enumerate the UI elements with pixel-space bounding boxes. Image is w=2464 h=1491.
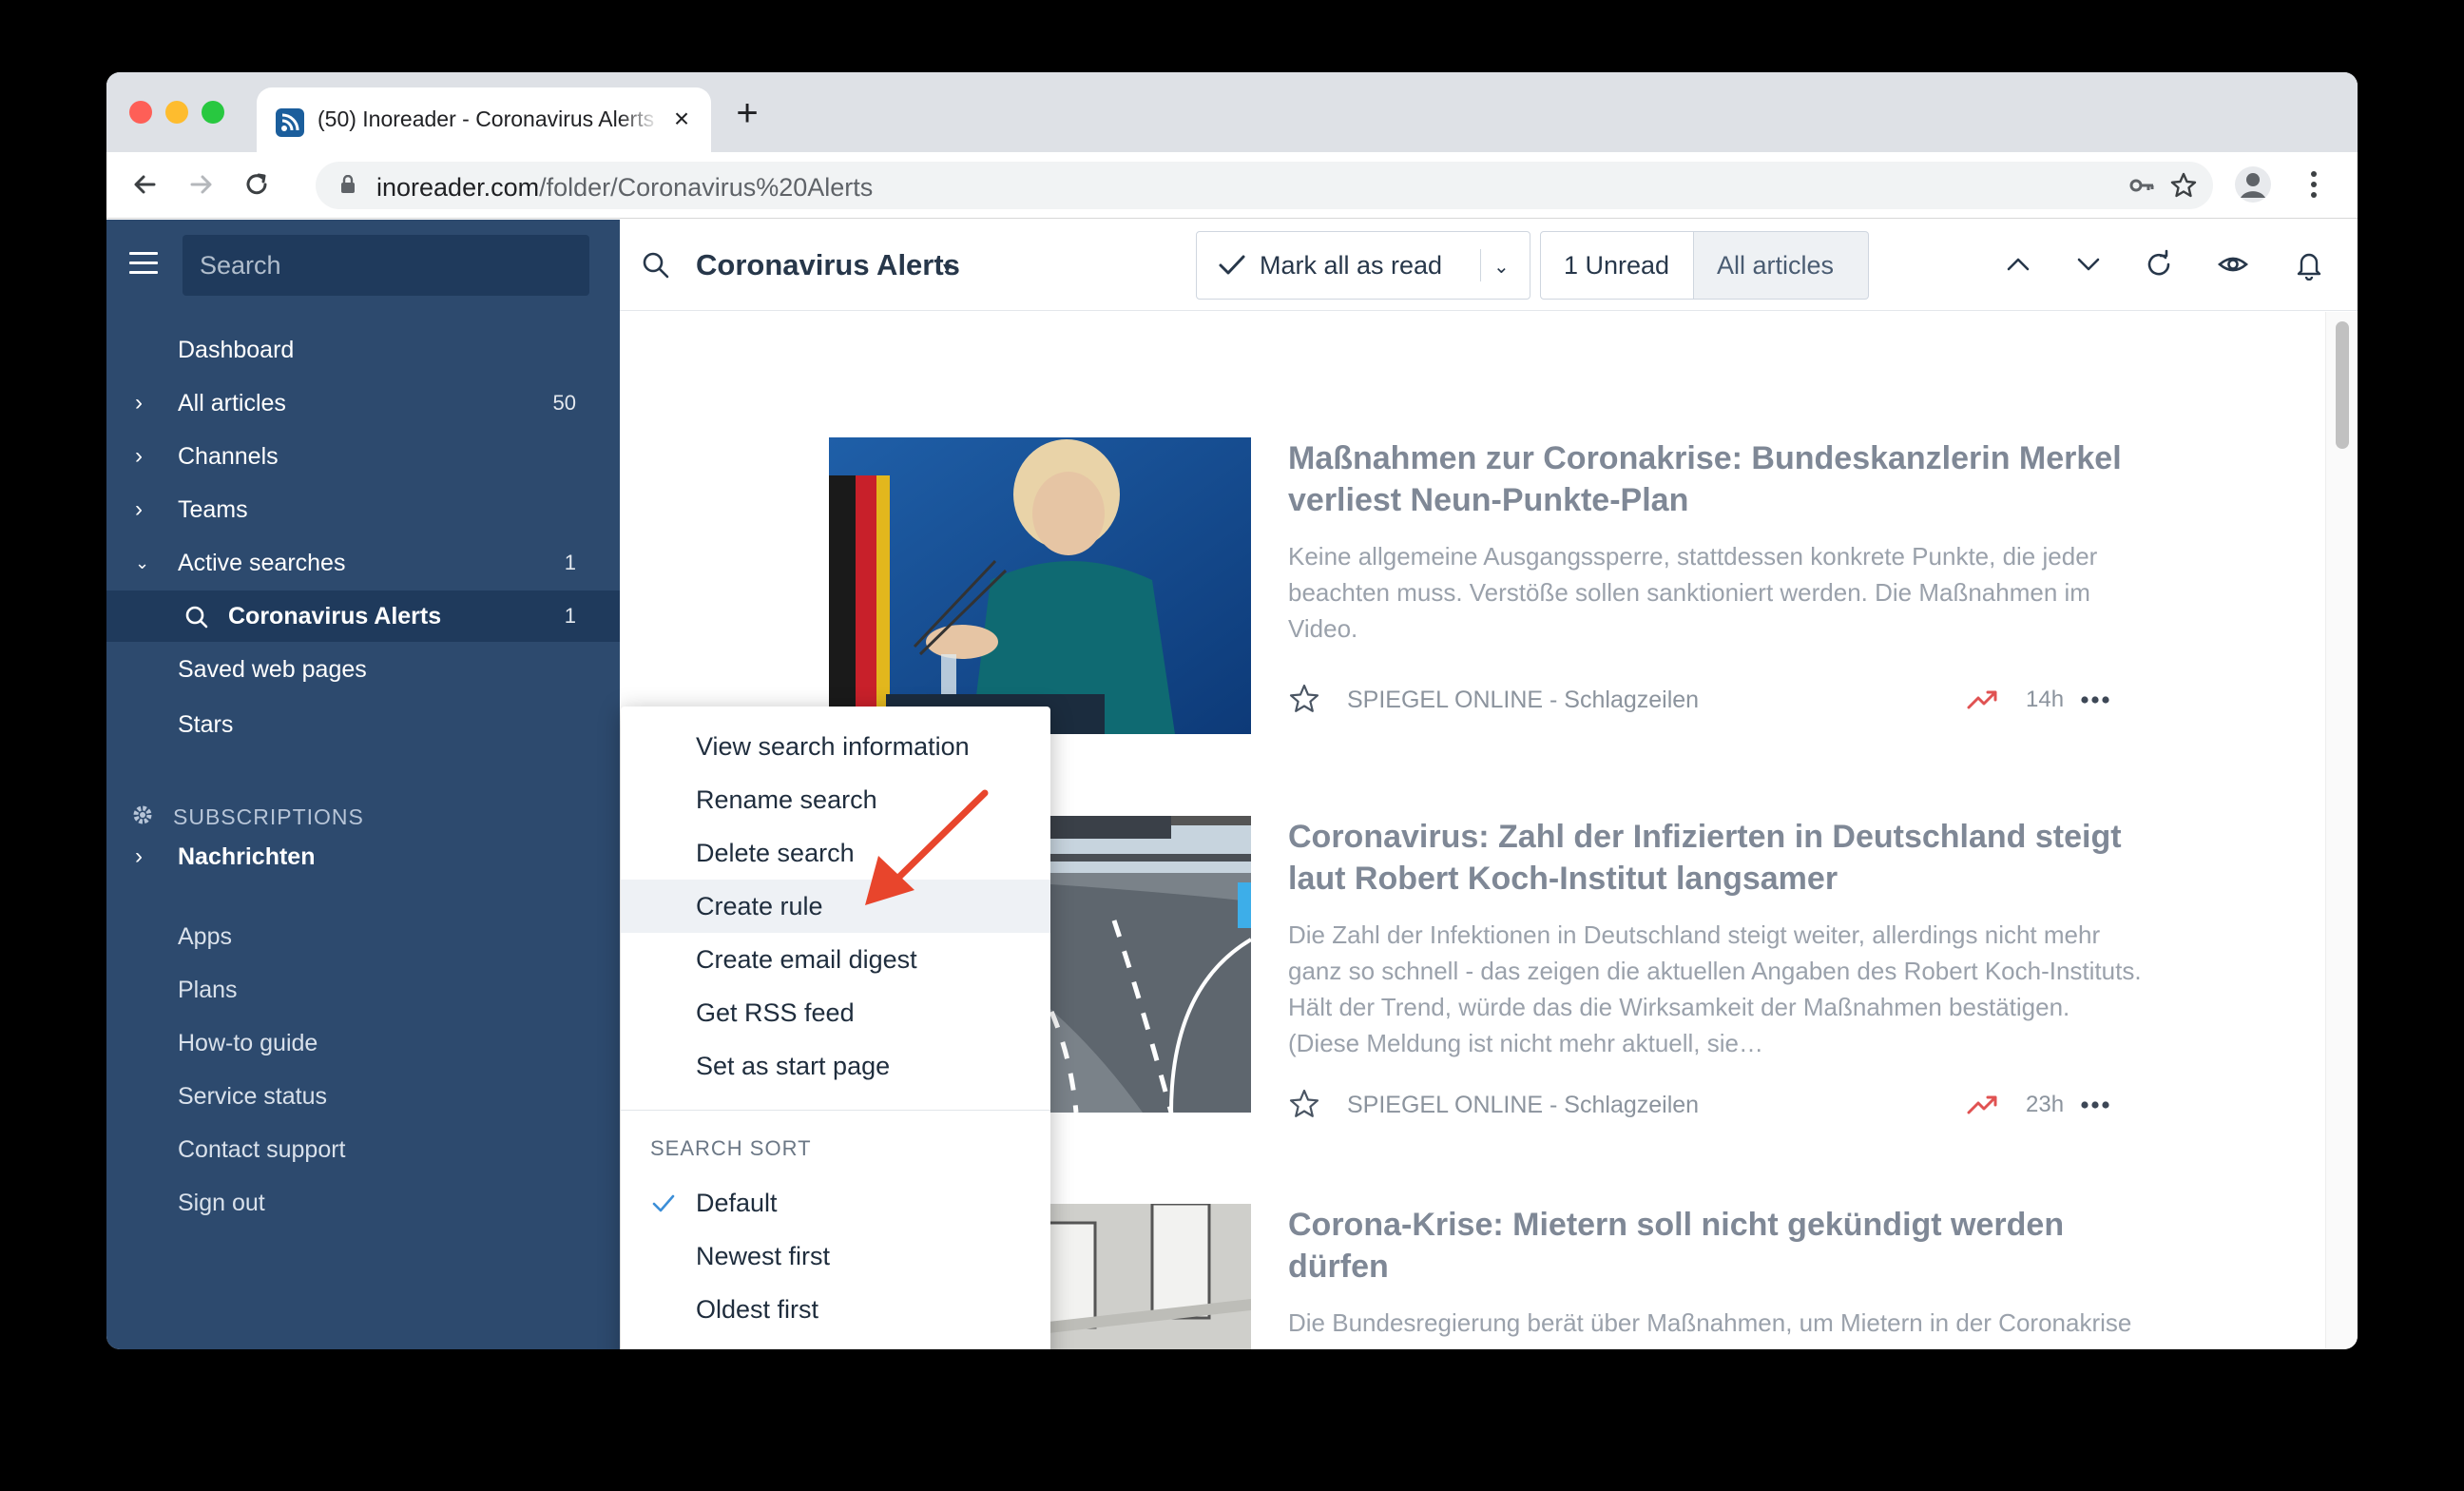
article-source[interactable]: SPIEGEL ONLINE - Schlagzeilen: [1347, 1092, 1699, 1119]
new-tab-button[interactable]: +: [730, 94, 764, 132]
page-title[interactable]: Coronavirus Alerts: [696, 248, 960, 282]
footer-link-plans[interactable]: Plans: [178, 977, 238, 1004]
chevron-right-icon[interactable]: ›: [135, 484, 154, 535]
gear-icon[interactable]: [129, 802, 156, 828]
article-age: 23h: [2026, 1092, 2065, 1117]
footer-link-contact-support[interactable]: Contact support: [178, 1136, 346, 1164]
annotation-arrow-icon: [865, 789, 989, 905]
menu-item-get-rss-feed[interactable]: Get RSS feed: [621, 986, 1050, 1039]
menu-item-view-search-information[interactable]: View search information: [621, 720, 1050, 773]
check-icon: [1219, 255, 1245, 275]
article-age: 14h: [2026, 687, 2065, 712]
unread-filter-button[interactable]: 1 Unread: [1540, 231, 1694, 300]
tab-title: (50) Inoreader - Coronavirus Alerts: [318, 106, 655, 131]
reload-icon[interactable]: [240, 167, 274, 202]
chevron-down-icon[interactable]: ⌄: [135, 537, 154, 589]
sidebar-item-stars[interactable]: Stars: [106, 699, 620, 750]
menu-item-sort-oldest-first[interactable]: Oldest first: [621, 1283, 1050, 1336]
eye-icon[interactable]: [2217, 248, 2249, 281]
browser-tab[interactable]: (50) Inoreader - Coronavirus Alerts ×: [257, 87, 711, 152]
sidebar: Search Dashboard › All articles 50 › Cha…: [106, 220, 620, 1349]
lock-icon: [341, 175, 355, 193]
article-meta: SPIEGEL ONLINE - Schlagzeilen 14h: [1288, 681, 2144, 719]
url-text: inoreader.com/folder/Coronavirus%20Alert…: [376, 173, 874, 202]
more-options-icon[interactable]: [2081, 696, 2109, 704]
article-meta: SPIEGEL ONLINE - Schlagzeilen 23h: [1288, 1086, 2144, 1124]
menu-item-sort-magic[interactable]: Magic: [621, 1336, 1050, 1349]
chevron-down-icon[interactable]: ⌄: [1493, 255, 1510, 279]
close-window-button[interactable]: [129, 101, 152, 124]
search-icon[interactable]: [641, 250, 671, 281]
star-icon[interactable]: [1288, 683, 1320, 715]
menu-item-set-as-start-page[interactable]: Set as start page: [621, 1039, 1050, 1093]
chevron-right-icon[interactable]: ›: [135, 431, 154, 482]
chevron-up-icon[interactable]: [2002, 248, 2034, 281]
inoreader-favicon-icon: [276, 108, 304, 137]
main-header: Coronavirus Alerts ▾ Mark all as read ⌄ …: [620, 220, 2358, 311]
tab-strip: (50) Inoreader - Coronavirus Alerts × +: [106, 72, 2358, 152]
menu-divider: [621, 1110, 1050, 1111]
subscriptions-heading: SUBSCRIPTIONS: [173, 804, 364, 829]
refresh-icon[interactable]: [2143, 248, 2175, 281]
unread-count: 1: [564, 551, 576, 574]
menu-item-create-email-digest[interactable]: Create email digest: [621, 933, 1050, 986]
sidebar-item-nachrichten[interactable]: › Nachrichten: [106, 831, 620, 882]
unread-count: 50: [552, 391, 576, 415]
search-sort-heading: SEARCH SORT: [650, 1136, 812, 1160]
browser-window: (50) Inoreader - Coronavirus Alerts × + …: [106, 72, 2358, 1349]
profile-icon[interactable]: [2234, 165, 2272, 203]
search-icon: [185, 606, 208, 629]
article-summary: Die Bundesregierung berät über Maßnahmen…: [1288, 1308, 2134, 1349]
chevron-right-icon[interactable]: ›: [135, 378, 154, 429]
article-title[interactable]: Maßnahmen zur Coronakrise: Bundeskanzler…: [1288, 437, 2144, 521]
back-arrow-icon[interactable]: [127, 167, 162, 202]
sidebar-item-dashboard[interactable]: Dashboard: [106, 324, 620, 376]
footer-link-sign-out[interactable]: Sign out: [178, 1190, 265, 1217]
article-title[interactable]: Coronavirus: Zahl der Infizierten in Deu…: [1288, 816, 2144, 900]
footer-link-service-status[interactable]: Service status: [178, 1083, 327, 1111]
sidebar-item-active-searches[interactable]: ⌄ Active searches 1: [106, 537, 620, 589]
more-options-icon[interactable]: [2081, 1101, 2109, 1109]
chevron-right-icon[interactable]: ›: [135, 831, 154, 882]
trending-up-icon: [1967, 690, 1997, 709]
article-source[interactable]: SPIEGEL ONLINE - Schlagzeilen: [1347, 687, 1699, 714]
scrollbar[interactable]: [2325, 312, 2358, 1349]
zoom-window-button[interactable]: [202, 101, 224, 124]
key-icon[interactable]: [2127, 171, 2156, 200]
sidebar-item-teams[interactable]: › Teams: [106, 484, 620, 535]
bookmark-star-icon[interactable]: [2169, 171, 2198, 200]
chevron-down-icon[interactable]: [2072, 248, 2105, 281]
mark-all-read-button[interactable]: Mark all as read ⌄: [1196, 231, 1530, 300]
scrollbar-thumb[interactable]: [2336, 321, 2349, 449]
article-summary: Keine allgemeine Ausgangssperre, stattde…: [1288, 542, 2098, 643]
article-thumbnail[interactable]: [829, 437, 1251, 734]
article-summary: Die Zahl der Infektionen in Deutschland …: [1288, 920, 2142, 1057]
footer-link-apps[interactable]: Apps: [178, 923, 232, 951]
unread-count: 1: [564, 604, 576, 628]
menu-item-sort-newest-first[interactable]: Newest first: [621, 1230, 1050, 1283]
sidebar-item-saved-web-pages[interactable]: Saved web pages: [106, 644, 620, 695]
sidebar-item-channels[interactable]: › Channels: [106, 431, 620, 482]
menu-item-sort-default[interactable]: Default: [621, 1176, 1050, 1230]
browser-menu-icon[interactable]: [2304, 165, 2323, 203]
hamburger-menu-icon[interactable]: [129, 252, 158, 275]
sidebar-item-all-articles[interactable]: › All articles 50: [106, 378, 620, 429]
sidebar-item-coronavirus-alerts[interactable]: Coronavirus Alerts 1: [106, 591, 620, 642]
minimize-window-button[interactable]: [165, 101, 188, 124]
all-articles-filter-button[interactable]: All articles: [1694, 231, 1869, 300]
forward-arrow-icon[interactable]: [184, 167, 219, 202]
close-tab-icon[interactable]: ×: [667, 105, 696, 133]
address-bar[interactable]: inoreader.com/folder/Coronavirus%20Alert…: [316, 162, 2213, 209]
sidebar-search-input[interactable]: Search: [183, 235, 589, 296]
browser-toolbar: inoreader.com/folder/Coronavirus%20Alert…: [106, 152, 2358, 219]
trending-up-icon: [1967, 1095, 1997, 1114]
checkmark-icon: [652, 1194, 675, 1212]
star-icon[interactable]: [1288, 1088, 1320, 1120]
article-title[interactable]: Corona-Krise: Mietern soll nicht gekündi…: [1288, 1204, 2144, 1288]
bell-icon[interactable]: [2293, 248, 2325, 281]
article-card[interactable]: Maßnahmen zur Coronakrise: Bundeskanzler…: [620, 437, 2325, 742]
chevron-down-icon[interactable]: ▾: [943, 258, 952, 278]
footer-link-how-to-guide[interactable]: How-to guide: [178, 1030, 318, 1057]
